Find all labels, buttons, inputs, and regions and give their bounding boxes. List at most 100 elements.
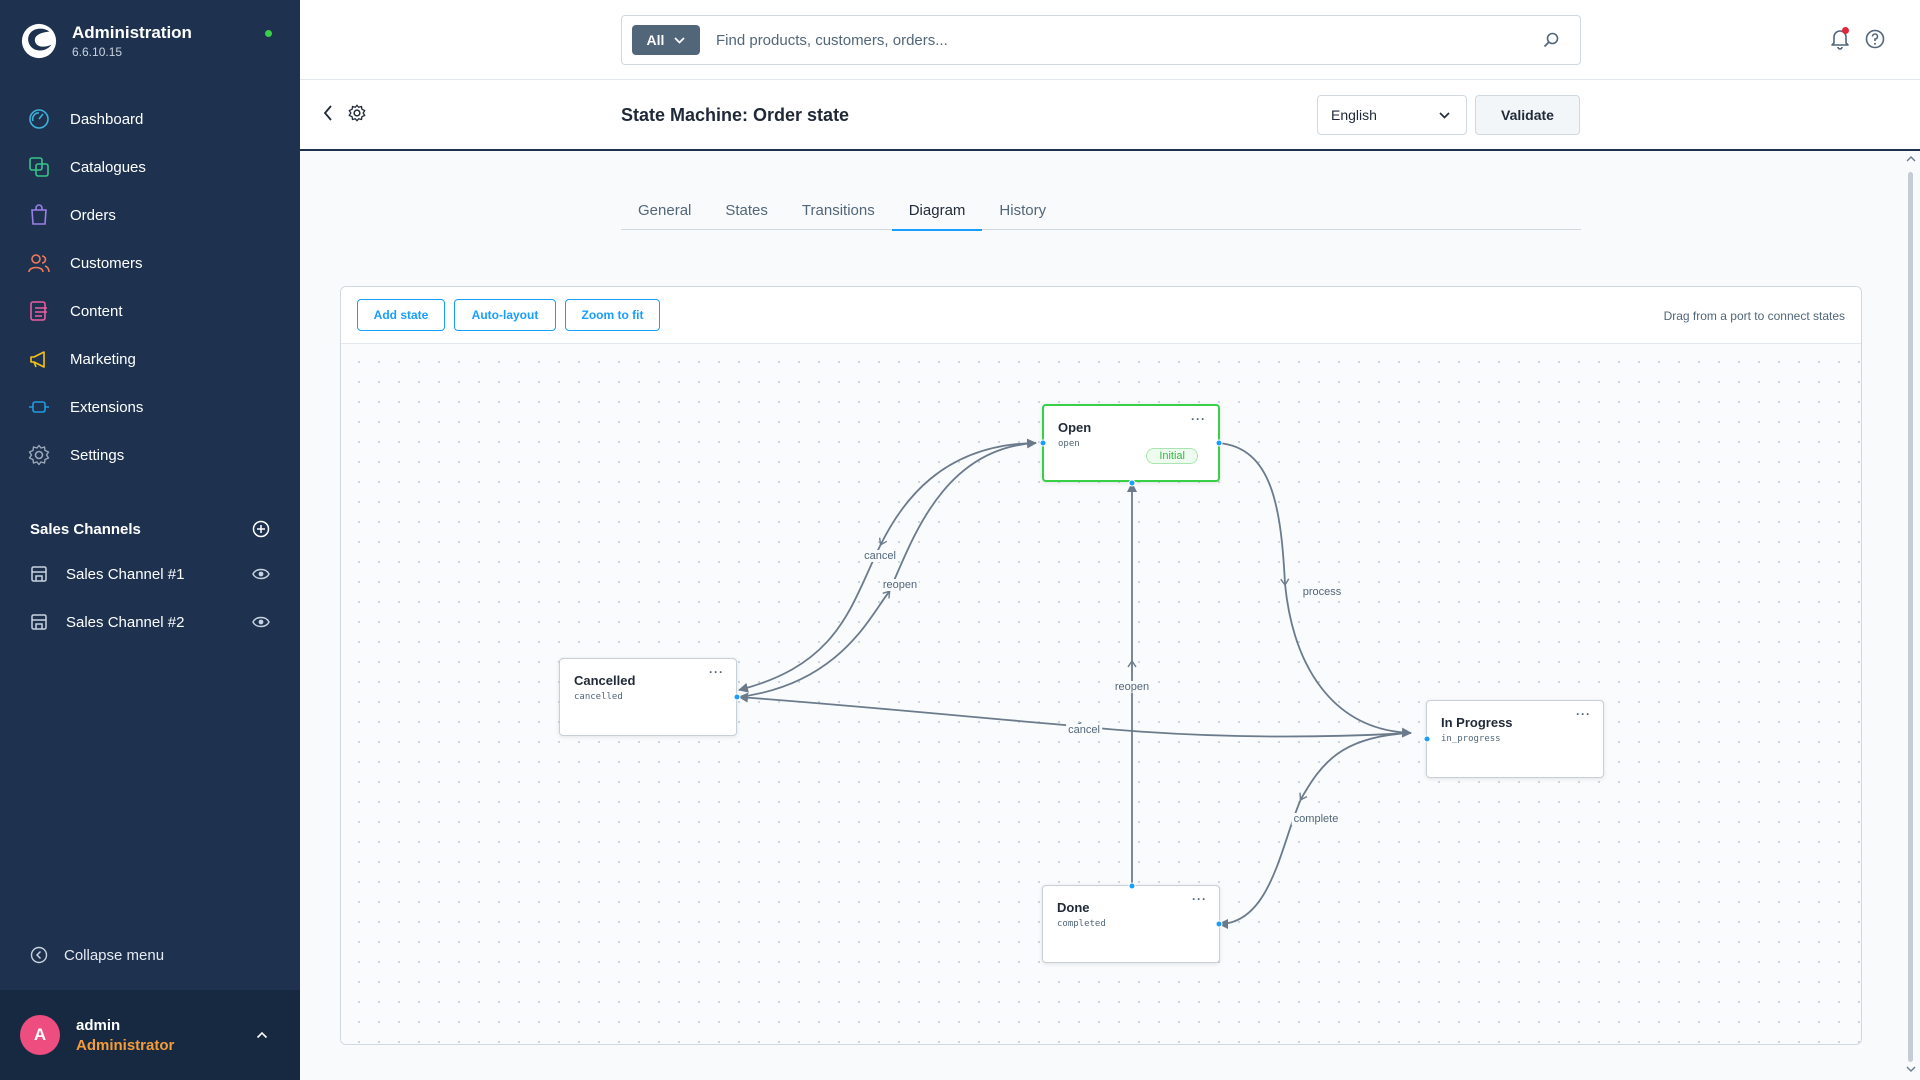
sales-channel-label: Sales Channel #1 [66, 565, 185, 583]
transition-label-reopen[interactable]: reopen [1112, 681, 1152, 693]
transition-edge-cancel-open-cancelled[interactable] [878, 442, 1037, 547]
top-bar: All [300, 0, 1920, 80]
port-open-in[interactable] [1039, 439, 1047, 447]
nav-label: Orders [70, 206, 116, 224]
nav-item-settings[interactable]: Settings [0, 431, 300, 479]
scroll-up-arrow-icon[interactable] [1906, 155, 1916, 163]
marketing-icon [30, 351, 45, 368]
eye-icon[interactable] [252, 615, 270, 629]
transition-label-reopen[interactable]: reopen [880, 579, 920, 591]
state-menu-button[interactable]: ··· [1191, 412, 1206, 426]
port-done-top[interactable] [1128, 882, 1136, 890]
dashboard-icon [29, 109, 49, 129]
page-scrollbar[interactable] [1908, 172, 1913, 1062]
chevron-down-icon [674, 36, 686, 44]
transition-edge-complete-inprogress-done[interactable] [1299, 732, 1412, 801]
state-name: Open [1058, 420, 1092, 435]
state-node-cancelled[interactable]: Cancelled cancelled ··· [559, 658, 737, 736]
shopware-logo-icon [21, 23, 57, 59]
auto-layout-button[interactable]: Auto-layout [454, 299, 556, 331]
state-node-in-progress[interactable]: In Progress in_progress ··· [1426, 700, 1604, 778]
port-done-out[interactable] [1215, 920, 1223, 928]
nav-item-content[interactable]: Content [0, 287, 300, 335]
nav-label: Content [70, 302, 123, 320]
state-node-open[interactable]: Open open ··· Initial [1042, 404, 1220, 482]
state-menu-button[interactable]: ··· [709, 665, 724, 679]
state-menu-button[interactable]: ··· [1192, 892, 1207, 906]
add-sales-channel-icon[interactable] [252, 520, 270, 538]
zoom-to-fit-button[interactable]: Zoom to fit [565, 299, 660, 331]
validate-button[interactable]: Validate [1475, 95, 1580, 135]
language-select[interactable]: English [1317, 95, 1467, 135]
nav-label: Customers [70, 254, 143, 272]
catalogue-icon [29, 157, 49, 177]
nav-item-catalogues[interactable]: Catalogues [0, 143, 300, 191]
settings-icon [28, 444, 50, 466]
user-menu[interactable]: A admin Administrator [0, 990, 300, 1080]
language-select-value: English [1331, 107, 1377, 123]
sales-channel-item[interactable]: Sales Channel #2 [0, 598, 300, 646]
search-type-label: All [646, 32, 665, 48]
chevron-up-icon [256, 1031, 268, 1039]
nav-item-orders[interactable]: Orders [0, 191, 300, 239]
transition-label-complete[interactable]: complete [1291, 813, 1341, 825]
transition-edge-segment [1218, 798, 1302, 929]
nav-item-marketing[interactable]: Marketing [0, 335, 300, 383]
transition-edge-cancel-inprogress-cancelled[interactable] [1073, 721, 1412, 738]
add-state-button[interactable]: Add state [357, 299, 445, 331]
state-menu-button[interactable]: ··· [1576, 707, 1591, 721]
storefront-icon [31, 566, 47, 582]
tab-general[interactable]: General [621, 196, 708, 230]
user-role: Administrator [76, 1036, 175, 1054]
global-search: All [621, 15, 1581, 65]
transition-label-cancel[interactable]: cancel [1066, 724, 1102, 736]
transition-label-cancel[interactable]: cancel [862, 550, 898, 562]
port-in-progress-in[interactable] [1423, 735, 1431, 743]
port-cancelled-out[interactable] [733, 693, 741, 701]
sales-channel-label: Sales Channel #2 [66, 613, 185, 631]
transition-edge-segment [738, 543, 882, 693]
brand[interactable]: Administration 6.6.10.15 [20, 22, 192, 60]
extensions-icon [29, 401, 49, 413]
sales-channels-header: Sales Channels [30, 520, 270, 538]
customers-icon [28, 254, 50, 273]
search-input[interactable] [716, 31, 1536, 49]
back-button[interactable] [322, 104, 334, 127]
chevron-down-icon [1439, 111, 1450, 119]
search-type-select[interactable]: All [632, 25, 700, 55]
connect-hint: Drag from a port to connect states [1663, 309, 1845, 323]
avatar: A [20, 1015, 60, 1055]
notification-badge [1842, 27, 1849, 34]
collapse-menu-button[interactable]: Collapse menu [30, 946, 164, 964]
search-button[interactable] [1536, 31, 1566, 49]
nav-item-extensions[interactable]: Extensions [0, 383, 300, 431]
state-technical-name: completed [1057, 919, 1106, 929]
help-button[interactable] [1865, 29, 1885, 54]
page-settings-button[interactable] [348, 104, 366, 127]
transition-label-process[interactable]: process [1300, 586, 1344, 598]
tab-history[interactable]: History [982, 196, 1063, 230]
state-technical-name: open [1058, 439, 1080, 449]
port-open-bottom[interactable] [1128, 479, 1136, 487]
transition-edge-process-open-inprogress[interactable] [1218, 442, 1290, 587]
nav-label: Dashboard [70, 110, 144, 128]
eye-icon[interactable] [252, 567, 270, 581]
tab-states[interactable]: States [708, 196, 785, 230]
nav-label: Extensions [70, 398, 144, 416]
diagram-canvas[interactable]: cancel reopen process reopen cancel comp… [341, 344, 1861, 1044]
tab-diagram[interactable]: Diagram [891, 196, 983, 231]
content-icon [30, 301, 47, 321]
sales-channel-item[interactable]: Sales Channel #1 [0, 550, 300, 598]
port-open-out[interactable] [1215, 439, 1223, 447]
scroll-down-arrow-icon[interactable] [1906, 1065, 1916, 1073]
nav-item-customers[interactable]: Customers [0, 239, 300, 287]
nav-label: Catalogues [70, 158, 146, 176]
state-node-done[interactable]: Done completed ··· [1042, 885, 1220, 963]
tab-transitions[interactable]: Transitions [785, 196, 892, 230]
app-title: Administration [72, 23, 192, 42]
page-header: State Machine: Order state English Valid… [300, 80, 1920, 151]
nav-item-dashboard[interactable]: Dashboard [0, 95, 300, 143]
notifications-button[interactable] [1830, 27, 1850, 55]
transition-edge-reopen-cancelled-open[interactable] [738, 590, 891, 698]
orders-icon [31, 204, 47, 225]
